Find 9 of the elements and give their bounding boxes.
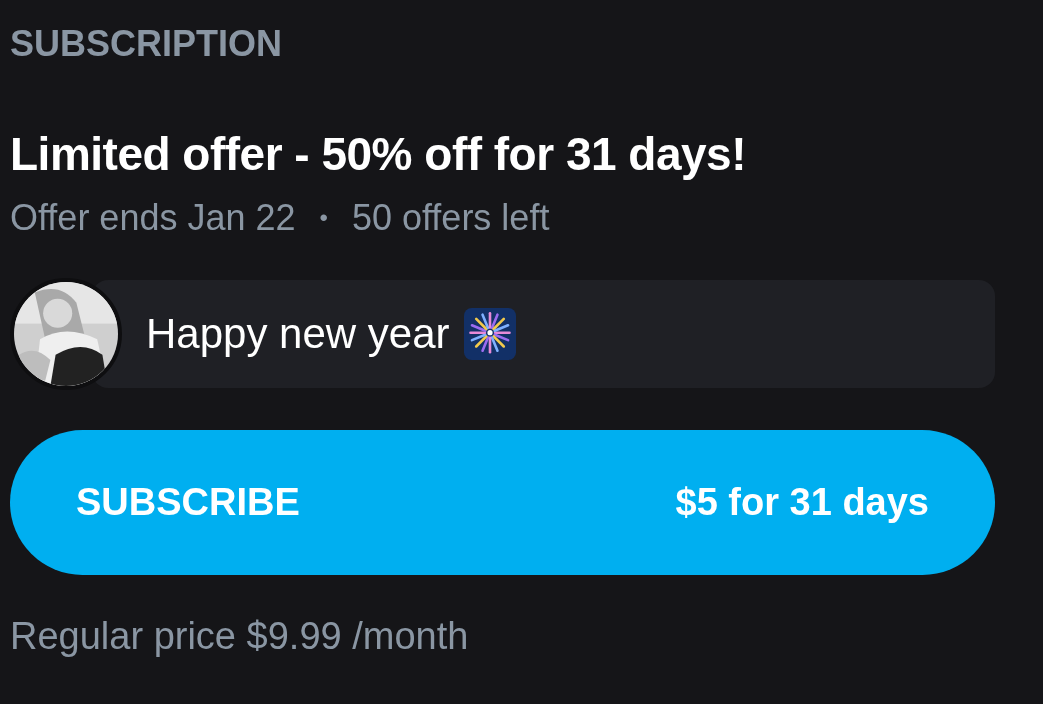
regular-price: Regular price $9.99 /month — [10, 615, 470, 658]
message-text: Happy new year — [146, 310, 450, 358]
offers-left: 50 offers left — [351, 196, 550, 240]
offer-title: Limited offer - 50% off for 31 days! — [10, 127, 747, 182]
fireworks-icon — [463, 308, 516, 360]
section-title: SUBSCRIPTION — [10, 22, 284, 66]
subscribe-button[interactable]: SUBSCRIBE $5 for 31 days — [10, 430, 995, 575]
offer-end-date: Offer ends Jan 22 — [10, 196, 296, 240]
separator-dot: • — [319, 203, 328, 233]
